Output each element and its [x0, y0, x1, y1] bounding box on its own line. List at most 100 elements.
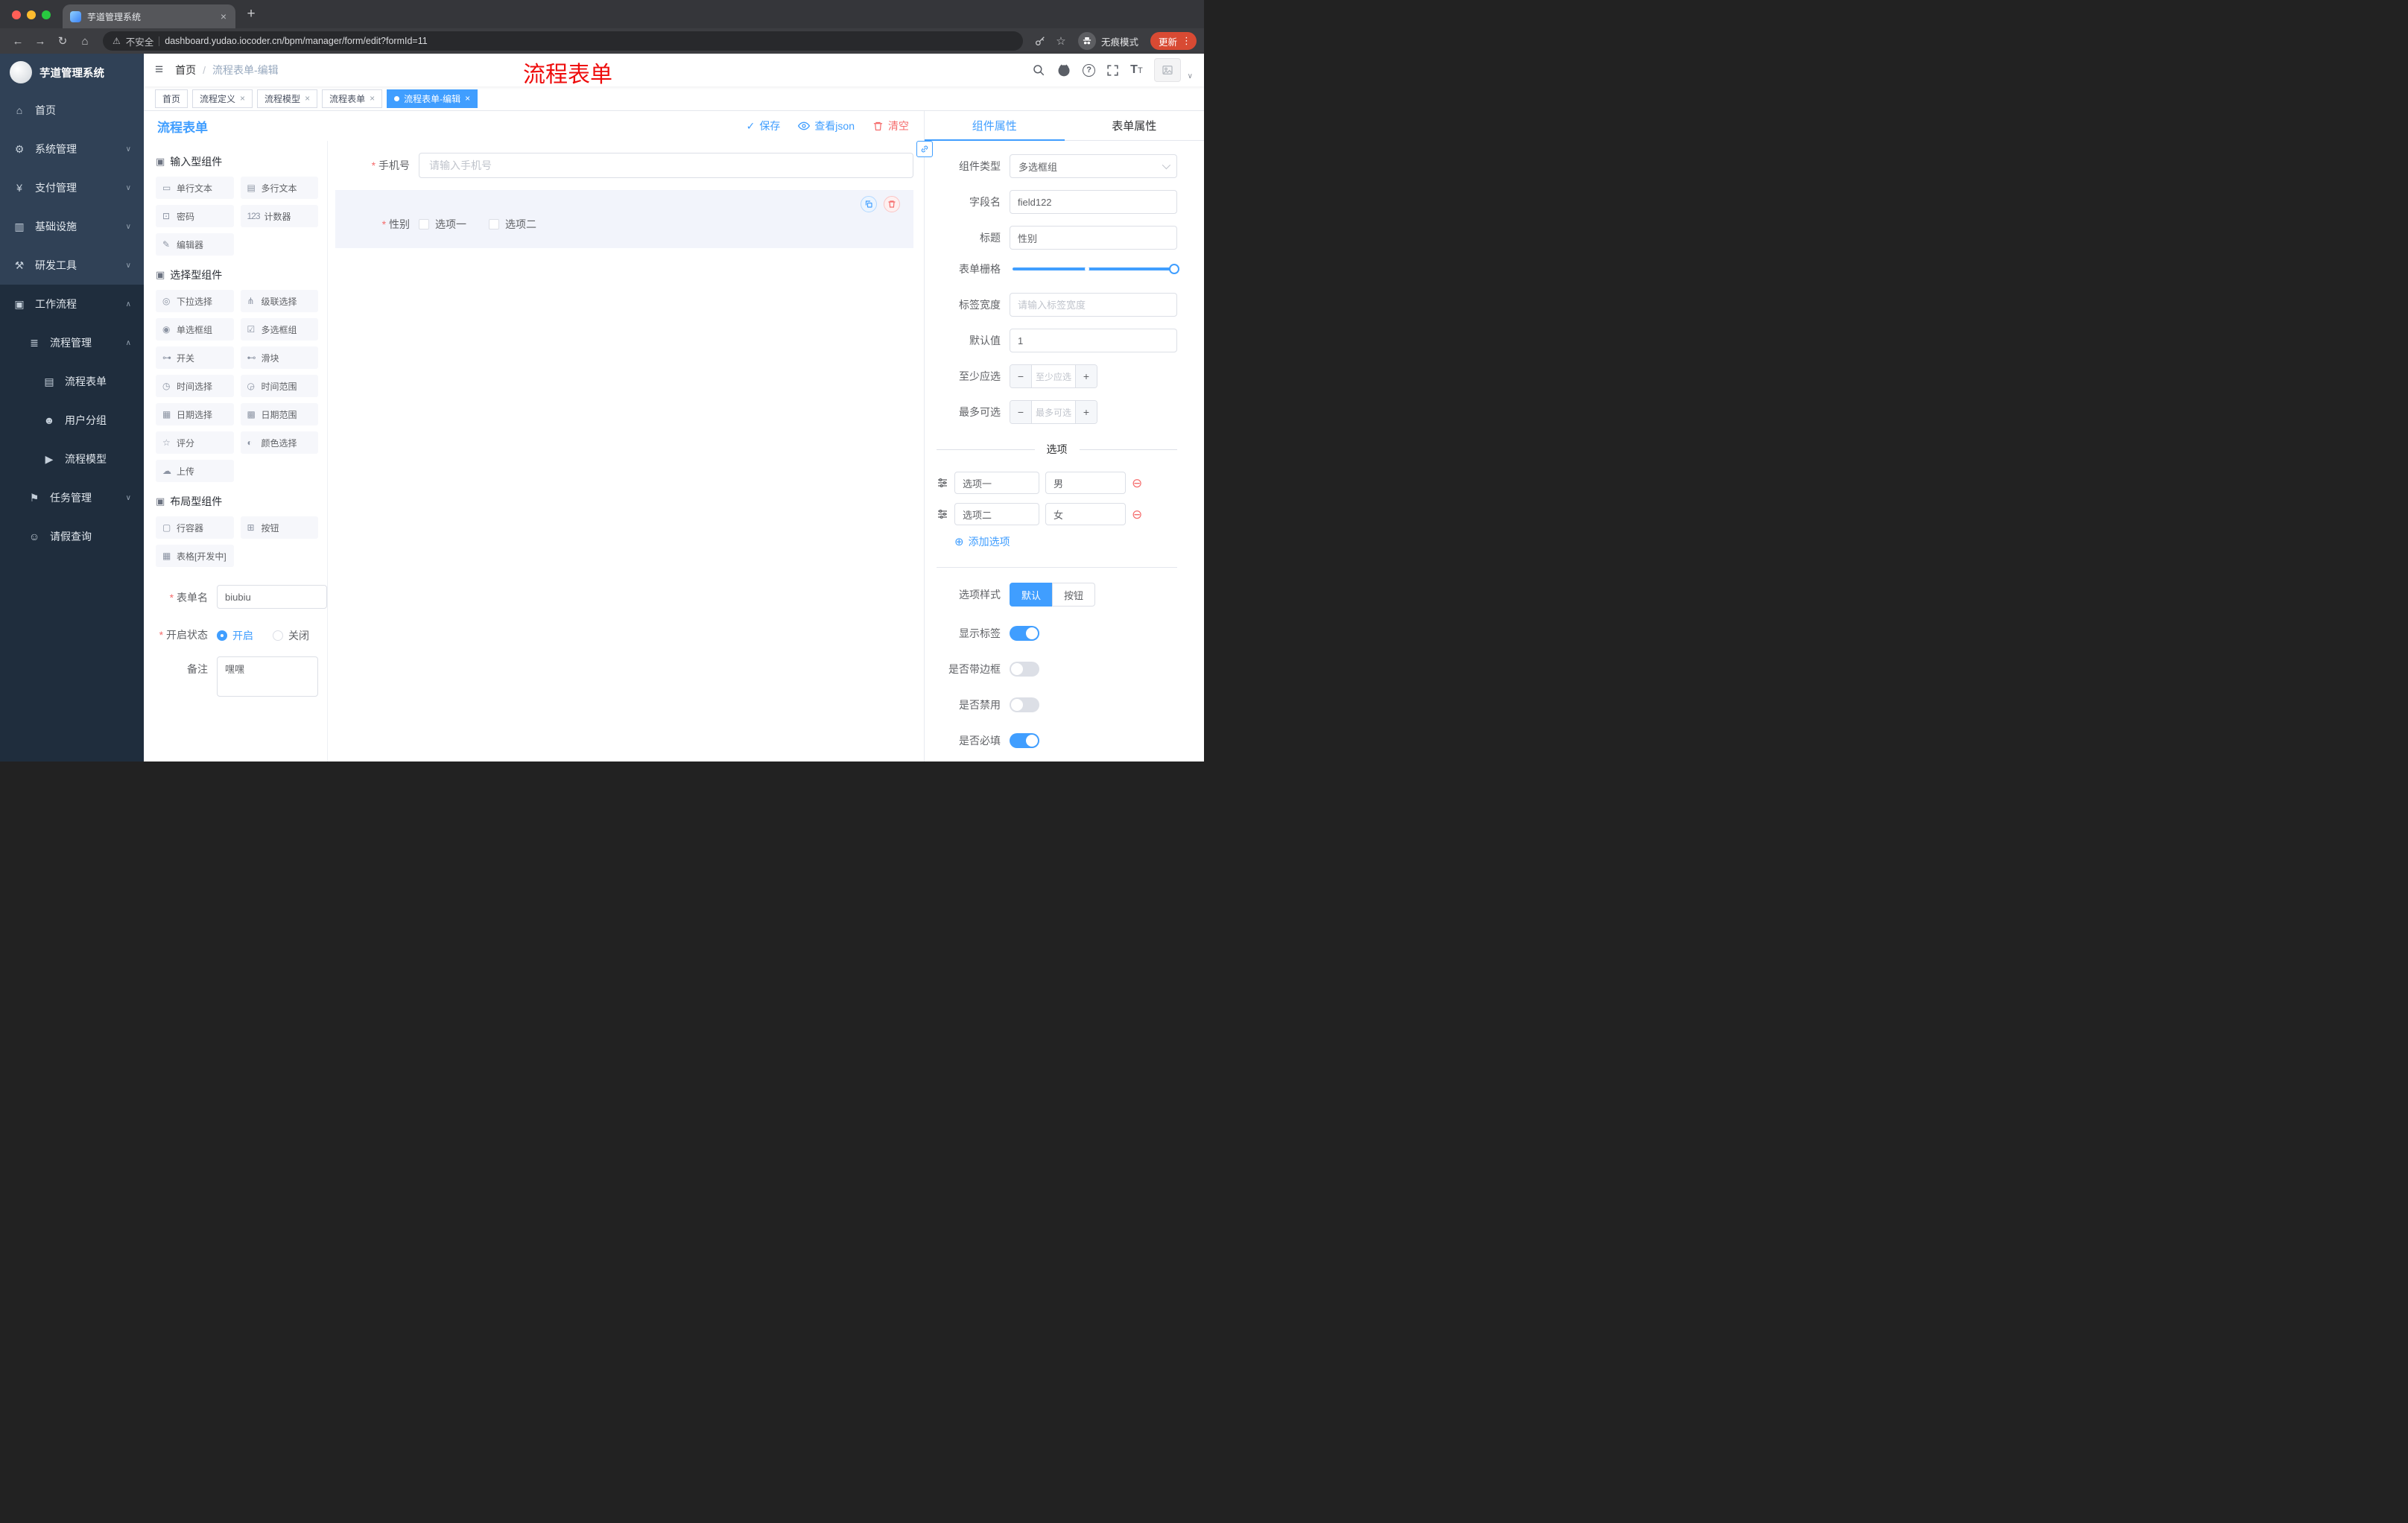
github-icon[interactable]	[1056, 63, 1071, 77]
font-size-icon[interactable]: TT	[1130, 63, 1143, 77]
palette-item-password[interactable]: ⊡ 密码	[156, 205, 234, 227]
tag-home[interactable]: 首页	[155, 89, 188, 108]
sidebar-toggle-icon[interactable]: ≡	[155, 62, 163, 78]
tag-process-model[interactable]: 流程模型 ×	[257, 89, 318, 108]
sidebar-item-infrastructure[interactable]: ▥ 基础设施 ∨	[0, 207, 144, 246]
palette-item-checkbox-group[interactable]: ☑ 多选框组	[240, 318, 318, 341]
palette-item-editor[interactable]: ✎ 编辑器	[156, 233, 234, 256]
default-value-input[interactable]	[1010, 329, 1177, 352]
selected-component-gender[interactable]: 性别 选项一 选项二	[335, 190, 913, 248]
palette-item-date-picker[interactable]: ▦ 日期选择	[156, 403, 234, 425]
checkbox-icon[interactable]	[419, 219, 429, 229]
sidebar-item-system[interactable]: ⚙ 系统管理 ∨	[0, 130, 144, 168]
label-width-input[interactable]	[1010, 293, 1177, 317]
palette-item-switch[interactable]: ⊶ 开关	[156, 346, 234, 369]
delete-component-button[interactable]	[884, 196, 900, 212]
palette-item-cascader[interactable]: ⋔ 级联选择	[240, 290, 318, 312]
min-select-value[interactable]: 至少应选	[1032, 365, 1075, 387]
max-select-value[interactable]: 最多可选	[1032, 401, 1075, 423]
palette-item-time-range[interactable]: ◶ 时间范围	[240, 375, 318, 397]
remove-option-icon[interactable]: ⊖	[1132, 477, 1142, 490]
palette-item-textarea[interactable]: ▤ 多行文本	[240, 177, 318, 199]
security-label[interactable]: 不安全	[126, 34, 154, 48]
sidebar-item-task-management[interactable]: ⚑ 任务管理 ∨	[0, 478, 144, 517]
decrease-button[interactable]: −	[1010, 401, 1032, 423]
checkbox-icon[interactable]	[489, 219, 499, 229]
option2-value-input[interactable]	[1045, 503, 1126, 525]
field-name-input[interactable]	[1010, 190, 1177, 214]
palette-item-button[interactable]: ⊞ 按钮	[240, 516, 318, 539]
tag-process-definition[interactable]: 流程定义 ×	[192, 89, 253, 108]
back-icon[interactable]: ←	[7, 31, 28, 51]
remove-option-icon[interactable]: ⊖	[1132, 508, 1142, 521]
add-option-button[interactable]: ⊕ 添加选项	[954, 534, 1177, 549]
link-button[interactable]	[916, 141, 933, 157]
phone-field[interactable]: 手机号	[335, 153, 913, 178]
browser-tab[interactable]: 芋道管理系统 ×	[63, 4, 235, 28]
tag-close-icon[interactable]: ×	[465, 93, 470, 104]
breadcrumb-home[interactable]: 首页	[175, 63, 196, 77]
tag-process-form[interactable]: 流程表单 ×	[322, 89, 383, 108]
tab-form-props[interactable]: 表单属性	[1065, 111, 1205, 140]
reload-icon[interactable]: ↻	[52, 31, 73, 51]
view-json-button[interactable]: 查看json	[798, 118, 855, 133]
required-switch[interactable]	[1010, 733, 1039, 748]
title-input[interactable]	[1010, 226, 1177, 250]
tag-close-icon[interactable]: ×	[370, 93, 375, 104]
tab-close-icon[interactable]: ×	[219, 10, 228, 22]
browser-menu-icon[interactable]: ⋮	[1182, 35, 1191, 47]
sidebar-item-process-model[interactable]: ▶ 流程模型	[0, 440, 144, 478]
disabled-switch[interactable]	[1010, 697, 1039, 712]
phone-input[interactable]	[419, 153, 913, 178]
sidebar-item-workflow[interactable]: ▣ 工作流程 ∧	[0, 285, 144, 323]
option2-name-input[interactable]	[954, 503, 1039, 525]
sidebar-item-home[interactable]: ⌂ 首页	[0, 91, 144, 130]
option1-name-input[interactable]	[954, 472, 1039, 494]
gender-field[interactable]: 性别 选项一 选项二	[335, 217, 903, 232]
copy-component-button[interactable]	[861, 196, 877, 212]
clear-button[interactable]: 清空	[872, 118, 909, 133]
tab-component-props[interactable]: 组件属性	[925, 111, 1065, 141]
search-icon[interactable]	[1032, 63, 1045, 77]
status-radio-off[interactable]: 关闭	[273, 628, 309, 643]
style-default-button[interactable]: 默认	[1010, 583, 1054, 607]
palette-item-date-range[interactable]: ▩ 日期范围	[240, 403, 318, 425]
increase-button[interactable]: +	[1075, 401, 1097, 423]
show-label-switch[interactable]	[1010, 626, 1039, 641]
palette-item-single-text[interactable]: ▭ 单行文本	[156, 177, 234, 199]
option1-value-input[interactable]	[1045, 472, 1126, 494]
gender-checkbox-option1[interactable]: 选项一	[419, 217, 466, 232]
grid-slider[interactable]	[1013, 264, 1179, 274]
border-switch[interactable]	[1010, 662, 1039, 677]
palette-item-upload[interactable]: ☁ 上传	[156, 460, 234, 482]
palette-item-select[interactable]: ◎ 下拉选择	[156, 290, 234, 312]
help-icon[interactable]: ?	[1083, 63, 1096, 77]
minimize-window-button[interactable]	[27, 10, 36, 19]
close-window-button[interactable]	[12, 10, 21, 19]
palette-item-counter[interactable]: 123 计数器	[240, 205, 318, 227]
fullscreen-icon[interactable]	[1106, 64, 1119, 77]
url-bar[interactable]: ⚠ 不安全 dashboard.yudao.iocoder.cn/bpm/man…	[103, 31, 1023, 51]
tag-close-icon[interactable]: ×	[305, 93, 310, 104]
tag-process-form-edit-active[interactable]: 流程表单-编辑 ×	[387, 89, 478, 108]
palette-item-slider[interactable]: ⊷ 滑块	[240, 346, 318, 369]
sidebar-item-process-management[interactable]: ≣ 流程管理 ∧	[0, 323, 144, 362]
component-type-select[interactable]: 多选框组	[1010, 154, 1177, 178]
new-tab-button[interactable]: +	[241, 4, 261, 24]
palette-item-table-dev[interactable]: ▦ 表格[开发中]	[156, 545, 234, 567]
maximize-window-button[interactable]	[42, 10, 51, 19]
gender-checkbox-option2[interactable]: 选项二	[489, 217, 536, 232]
increase-button[interactable]: +	[1075, 365, 1097, 387]
forward-icon[interactable]: →	[30, 31, 51, 51]
style-button-button[interactable]: 按钮	[1052, 583, 1096, 607]
key-icon[interactable]	[1030, 31, 1050, 51]
form-name-input[interactable]	[217, 585, 327, 609]
form-canvas[interactable]: 手机号	[328, 141, 924, 762]
sidebar-item-devtools[interactable]: ⚒ 研发工具 ∨	[0, 246, 144, 285]
palette-item-radio-group[interactable]: ◉ 单选框组	[156, 318, 234, 341]
form-remark-textarea[interactable]: 嘿嘿	[217, 656, 318, 697]
drag-handle-icon[interactable]	[937, 508, 948, 520]
bookmark-star-icon[interactable]: ☆	[1051, 31, 1071, 51]
url-text[interactable]: dashboard.yudao.iocoder.cn/bpm/manager/f…	[165, 36, 427, 46]
tag-close-icon[interactable]: ×	[240, 93, 245, 104]
